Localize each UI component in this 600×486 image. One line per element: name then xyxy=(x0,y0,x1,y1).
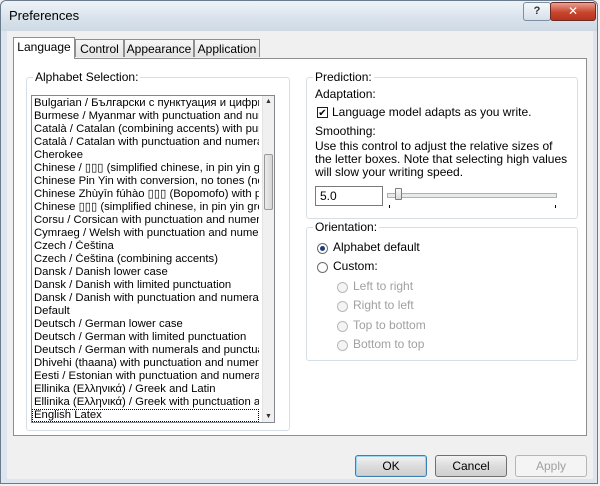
orientation-label: Orientation: xyxy=(313,220,380,234)
alphabet-list-item[interactable]: Dansk / Danish lower case xyxy=(32,266,259,279)
alphabet-list-item[interactable]: Català / Catalan (combining accents) wit… xyxy=(32,123,259,136)
alphabet-list-item[interactable]: Chinese Zhùyīn fúhào ▯▯▯ (Bopomofo) with… xyxy=(32,188,259,201)
alphabet-list-item[interactable]: Czech / Čeština xyxy=(32,240,259,253)
slider-tick xyxy=(555,205,556,208)
adaptation-label: Adaptation: xyxy=(315,87,376,101)
alphabet-list-item[interactable]: Burmese / Myanmar with punctuation and n… xyxy=(32,110,259,123)
smoothing-label: Smoothing: xyxy=(315,124,376,138)
alphabet-selection-label: Alphabet Selection: xyxy=(33,70,141,84)
custom-radio[interactable] xyxy=(317,262,328,273)
dialog-body: Language Control Appearance Application … xyxy=(7,31,593,479)
left-to-right-label: Left to right xyxy=(353,279,414,293)
smoothing-slider-thumb[interactable] xyxy=(395,188,402,200)
right-to-left-radio[interactable] xyxy=(337,301,348,312)
smoothing-slider-track[interactable] xyxy=(387,193,557,198)
prediction-group: Prediction: Adaptation: ✔ Language model… xyxy=(306,70,578,219)
alphabet-list-item[interactable]: Dhivehi (thaana) with punctuation and nu… xyxy=(32,357,259,370)
alphabet-list-item[interactable]: English Latex xyxy=(32,409,259,422)
smoothing-value-field[interactable]: 5.0 xyxy=(315,186,383,206)
alphabet-list: Bulgarian / Български с пунктуация и циф… xyxy=(32,96,274,423)
alphabet-default-radio[interactable] xyxy=(317,243,328,254)
alphabet-list-item[interactable]: Ellinika (Ελληνικά) / Greek and Latin xyxy=(32,383,259,396)
alphabet-default-label[interactable]: Alphabet default xyxy=(333,240,420,254)
preferences-window: Preferences ? ✕ Language Control Appeara… xyxy=(0,0,598,484)
ok-button[interactable]: OK xyxy=(355,455,427,477)
prediction-label: Prediction: xyxy=(313,70,374,84)
checkmark-icon: ✔ xyxy=(318,108,327,119)
alphabet-list-item[interactable]: Corsu / Corsican with punctuation and nu… xyxy=(32,214,259,227)
adapt-checkbox-label[interactable]: Language model adapts as you write. xyxy=(332,105,531,119)
alphabet-list-item[interactable]: Default xyxy=(32,305,259,318)
help-button[interactable]: ? xyxy=(523,2,551,21)
alphabet-list-item[interactable]: Chinese ▯▯▯ (simplified chinese, in pin … xyxy=(32,201,259,214)
alphabet-list-item[interactable]: Cherokee xyxy=(32,149,259,162)
alphabet-list-item[interactable]: Dansk / Danish with limited punctuation xyxy=(32,279,259,292)
language-tab-panel: Alphabet Selection: Bulgarian / Българск… xyxy=(13,58,587,436)
alphabet-list-item[interactable]: Deutsch / German lower case xyxy=(32,318,259,331)
alphabet-list-item[interactable]: Chinese Pin Yin with conversion, no tone… xyxy=(32,175,259,188)
top-to-bottom-radio[interactable] xyxy=(337,321,348,332)
orientation-group: Orientation: Alphabet default Custom: Le… xyxy=(306,220,578,361)
tab-appearance[interactable]: Appearance xyxy=(124,39,194,57)
custom-label[interactable]: Custom: xyxy=(333,259,378,273)
alphabet-list-item[interactable]: Czech / Čeština (combining accents) xyxy=(32,253,259,266)
title-bar[interactable]: Preferences ? ✕ xyxy=(1,1,597,31)
alphabet-list-item[interactable]: Eesti / Estonian with punctuation and nu… xyxy=(32,370,259,383)
smoothing-help-text: Use this control to adjust the relative … xyxy=(315,139,568,179)
adapt-checkbox[interactable]: ✔ xyxy=(317,107,328,119)
scroll-down-icon[interactable]: ▼ xyxy=(263,411,274,422)
alphabet-list-item[interactable]: Bulgarian / Български с пунктуация и циф… xyxy=(32,97,259,110)
tab-language[interactable]: Language xyxy=(13,37,75,59)
top-to-bottom-label: Top to bottom xyxy=(353,318,426,332)
slider-tick xyxy=(389,205,390,208)
alphabet-list-item[interactable]: Ellinika (Ελληνικά) / Greek with punctua… xyxy=(32,396,259,409)
alphabet-list-item[interactable]: Cymraeg / Welsh with punctuation and num… xyxy=(32,227,259,240)
alphabet-list-item[interactable]: Català / Catalan with punctuation and nu… xyxy=(32,136,259,149)
alphabet-listbox[interactable]: Bulgarian / Български с пунктуация и циф… xyxy=(31,95,275,423)
alphabet-list-item[interactable]: English with accents, numerals, punctuat… xyxy=(32,422,259,423)
apply-button[interactable]: Apply xyxy=(515,455,587,477)
bottom-to-top-label: Bottom to top xyxy=(353,337,425,351)
scroll-thumb[interactable] xyxy=(264,154,273,210)
tab-application[interactable]: Application xyxy=(194,39,260,57)
scroll-up-icon[interactable]: ▲ xyxy=(263,96,274,107)
window-title: Preferences xyxy=(9,8,80,23)
alphabet-selection-group: Alphabet Selection: Bulgarian / Българск… xyxy=(26,70,290,431)
alphabet-scrollbar[interactable]: ▲ ▼ xyxy=(262,96,274,422)
alphabet-list-item[interactable]: Deutsch / German with limited punctuatio… xyxy=(32,331,259,344)
alphabet-list-item[interactable]: Deutsch / German with numerals and punct… xyxy=(32,344,259,357)
alphabet-list-item[interactable]: Dansk / Danish with punctuation and nume… xyxy=(32,292,259,305)
bottom-to-top-radio[interactable] xyxy=(337,340,348,351)
tab-control[interactable]: Control xyxy=(75,39,124,57)
right-to-left-label: Right to left xyxy=(353,298,414,312)
close-button[interactable]: ✕ xyxy=(550,2,596,21)
cancel-button[interactable]: Cancel xyxy=(435,455,507,477)
alphabet-list-item[interactable]: Chinese / ▯▯▯ (simplified chinese, in pi… xyxy=(32,162,259,175)
left-to-right-radio[interactable] xyxy=(337,282,348,293)
